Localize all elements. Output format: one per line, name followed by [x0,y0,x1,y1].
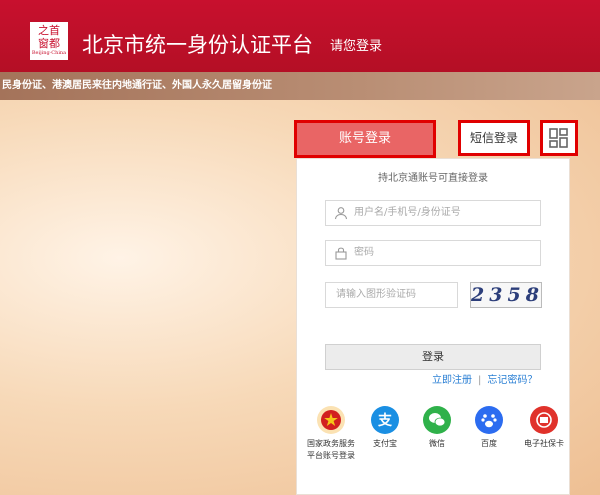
social-label-line2: 平台账号登录 [307,451,355,460]
social-login-alipay[interactable]: 支 支付宝 [362,406,408,450]
logo-line1: 之首 [38,24,60,37]
id-notice-bar: 民身份证、港澳居民来往内地通行证、外国人永久居留身份证 [0,72,600,100]
tab-qr-login[interactable] [540,120,578,156]
register-link[interactable]: 立即注册 [432,375,472,386]
captcha-char: 5 [507,284,523,306]
login-hint: 持北京通账号可直接登录 [378,173,488,184]
link-separator: | [478,375,482,386]
tab-sms-login[interactable]: 短信登录 [458,120,530,156]
username-field[interactable]: 用户名/手机号/身份证号 [325,200,541,226]
captcha-char: 8 [525,284,541,306]
password-placeholder: 密码 [354,247,374,258]
lock-icon [335,247,347,260]
user-icon [334,207,348,220]
social-label: 百度 [481,439,497,448]
password-field[interactable]: 密码 [325,240,541,266]
captcha-char: 2 [471,284,487,306]
wechat-icon [423,406,451,434]
username-placeholder: 用户名/手机号/身份证号 [354,207,461,218]
page-subtitle: 请您登录 [330,39,383,54]
social-label: 微信 [429,439,445,448]
login-button[interactable]: 登录 [325,344,541,370]
baidu-icon [475,406,503,434]
social-login-social-security-card[interactable]: 电子社保卡 [516,406,572,450]
alipay-icon: 支 [371,406,399,434]
social-login-baidu[interactable]: 百度 [466,406,512,450]
captcha-placeholder: 请输入图形验证码 [336,289,416,300]
logo-line2: 窗都 [38,37,60,50]
social-label: 支付宝 [373,439,397,448]
page-title: 北京市统一身份认证平台 [82,33,313,57]
national-emblem-icon [317,406,345,434]
social-login-wechat[interactable]: 微信 [414,406,460,450]
qr-code-icon [549,128,568,148]
tab-account-login[interactable]: 账号登录 [294,120,436,158]
social-label: 电子社保卡 [524,439,564,448]
account-links: 立即注册 | 忘记密码？ [432,374,537,388]
forgot-password-link[interactable]: 忘记密码？ [487,375,537,386]
social-security-card-icon [530,406,558,434]
captcha-image[interactable]: 2 3 5 8 [470,282,542,308]
social-label: 国家政务服务 [307,439,355,448]
beijing-logo: 之首 窗都 Beijing·China [30,22,68,60]
social-login-national[interactable]: 国家政务服务 平台账号登录 [300,406,362,462]
logo-sub: Beijing·China [31,50,67,56]
header: 之首 窗都 Beijing·China 北京市统一身份认证平台 请您登录 [0,0,600,72]
captcha-char: 3 [489,284,505,306]
captcha-input[interactable]: 请输入图形验证码 [325,282,458,308]
